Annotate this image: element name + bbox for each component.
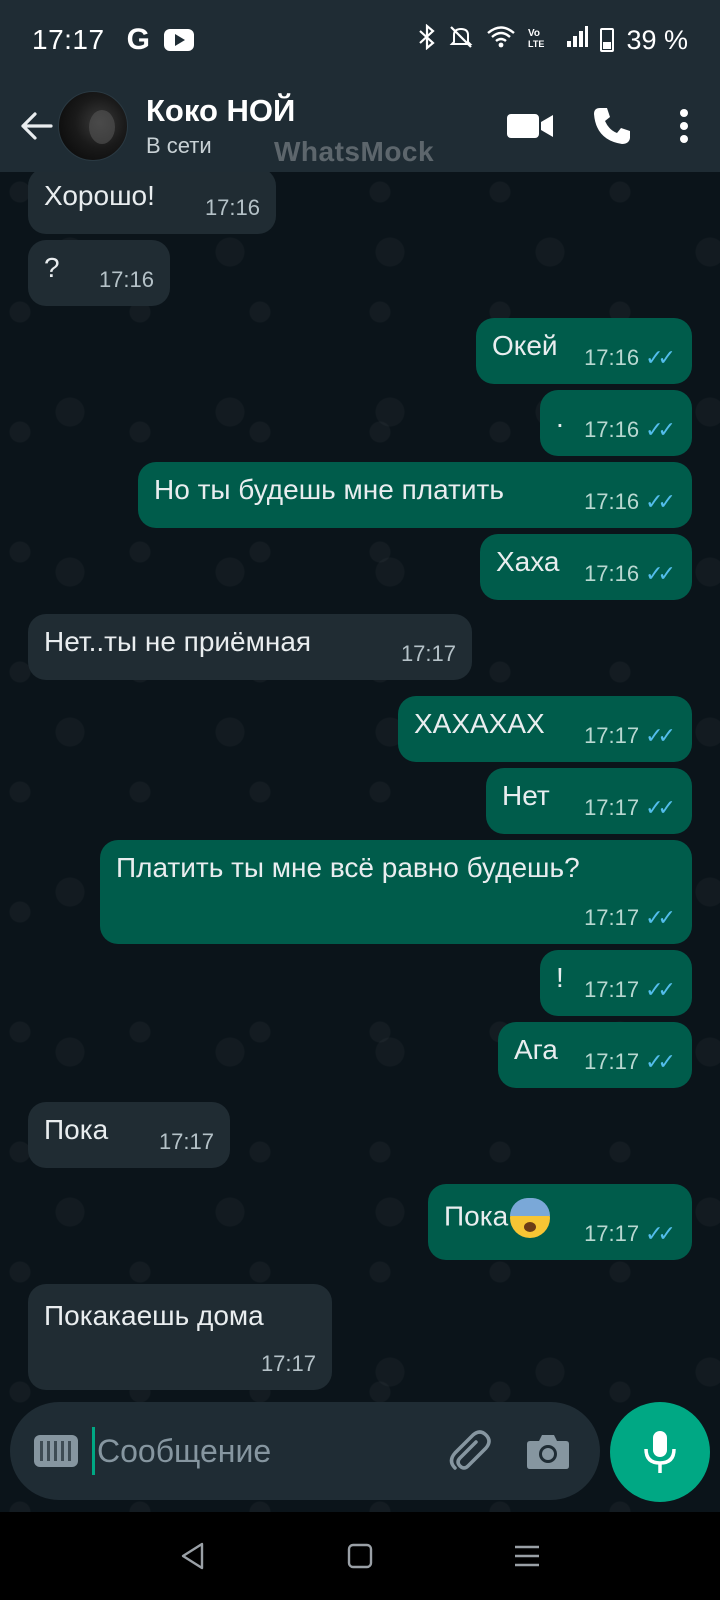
message-time: 17:17 xyxy=(584,1049,640,1074)
keyboard-icon[interactable] xyxy=(34,1435,78,1467)
message-outgoing[interactable]: Но ты будешь мне платить 17:16 ✓✓ xyxy=(138,462,692,528)
read-receipt-icon: ✓✓ xyxy=(645,723,676,748)
anxious-face-emoji-icon xyxy=(510,1198,551,1238)
microphone-icon xyxy=(644,1431,676,1473)
message-text: ! xyxy=(556,962,564,993)
read-receipt-icon: ✓✓ xyxy=(645,561,676,586)
message-incoming[interactable]: Пока 17:17 xyxy=(28,1102,230,1168)
avatar[interactable] xyxy=(58,91,128,161)
message-input[interactable]: Сообщение xyxy=(97,1433,271,1470)
bluetooth-icon xyxy=(418,23,436,57)
chat-area[interactable]: Хорошо! 17:16 ? 17:16 Окей 17:16 ✓✓ . 17:… xyxy=(0,172,720,1512)
message-text: Нет..ты не приёмная xyxy=(44,626,312,657)
message-time: 17:16 xyxy=(98,267,154,292)
back-arrow-icon[interactable] xyxy=(16,106,56,146)
contact-info[interactable]: Коко НОЙ В сети xyxy=(146,93,295,159)
video-call-icon[interactable] xyxy=(500,96,560,156)
message-text: . xyxy=(556,402,564,433)
status-time: 17:17 xyxy=(32,24,105,55)
message-input-bar: Сообщение xyxy=(10,1402,600,1500)
read-receipt-icon: ✓✓ xyxy=(645,905,676,930)
message-time: 17:17 xyxy=(584,795,640,820)
message-time: 17:17 xyxy=(260,1351,316,1376)
message-time: 17:16 xyxy=(204,195,260,220)
message-outgoing[interactable]: Ага 17:17 ✓✓ xyxy=(498,1022,692,1088)
message-text: Пока xyxy=(444,1200,509,1232)
message-outgoing[interactable]: ! 17:17 ✓✓ xyxy=(540,950,692,1016)
contact-name: Коко НОЙ xyxy=(146,93,296,128)
message-text: Хорошо! xyxy=(44,180,155,211)
read-receipt-icon: ✓✓ xyxy=(645,417,676,442)
read-receipt-icon: ✓✓ xyxy=(645,795,676,820)
message-time: 17:17 xyxy=(584,723,640,748)
watermark: WhatsMock xyxy=(274,136,435,167)
message-incoming[interactable]: Нет..ты не приёмная 17:17 xyxy=(28,614,472,680)
message-time: 17:16 xyxy=(584,345,640,370)
message-incoming[interactable]: Хорошо! 17:16 xyxy=(28,172,276,234)
attach-icon[interactable] xyxy=(444,1426,494,1476)
signal-icon xyxy=(566,25,589,55)
nav-back-icon[interactable] xyxy=(173,1536,213,1576)
read-receipt-icon: ✓✓ xyxy=(645,345,676,370)
message-text: Пока xyxy=(44,1114,109,1145)
voice-call-icon[interactable] xyxy=(582,96,642,156)
camera-icon[interactable] xyxy=(520,1426,576,1476)
system-nav-bar xyxy=(0,1512,720,1600)
message-text: Платить ты мне всё равно будешь? xyxy=(116,852,580,883)
message-outgoing[interactable]: Пока 17:17 ✓✓ xyxy=(428,1184,692,1260)
nav-recents-icon[interactable] xyxy=(507,1536,547,1576)
message-outgoing[interactable]: Платить ты мне всё равно будешь? 17:17 ✓✓ xyxy=(100,840,692,944)
message-text-row: Пока xyxy=(444,1198,551,1238)
message-time: 17:17 xyxy=(584,1221,640,1246)
youtube-icon xyxy=(163,29,194,51)
message-outgoing[interactable]: ХАХАХАХ 17:17 ✓✓ xyxy=(398,696,692,762)
message-outgoing[interactable]: . 17:16 ✓✓ xyxy=(540,390,692,456)
message-incoming[interactable]: ? 17:16 xyxy=(28,240,170,306)
message-text: Покакаешь дома xyxy=(44,1300,264,1331)
message-time: 17:16 xyxy=(584,489,640,514)
message-text: Хаха xyxy=(496,546,560,577)
read-receipt-icon: ✓✓ xyxy=(645,1221,676,1246)
nav-home-icon[interactable] xyxy=(340,1536,380,1576)
text-caret xyxy=(92,1427,95,1475)
svg-text:LTE: LTE xyxy=(528,39,544,49)
volte-icon: Vo LTE xyxy=(528,25,554,56)
message-text: ХАХАХАХ xyxy=(414,708,545,739)
microphone-button[interactable] xyxy=(610,1402,710,1502)
contact-status: В сети xyxy=(146,133,212,158)
more-options-icon[interactable] xyxy=(664,96,704,156)
message-time: 17:17 xyxy=(158,1129,214,1154)
message-time: 17:16 xyxy=(584,561,640,586)
google-icon: G xyxy=(126,23,150,56)
message-outgoing[interactable]: Окей 17:16 ✓✓ xyxy=(476,318,692,384)
wifi-icon xyxy=(486,25,516,56)
message-outgoing[interactable]: Нет 17:17 ✓✓ xyxy=(486,768,692,834)
message-text: Окей xyxy=(492,330,558,361)
message-text: Нет xyxy=(502,780,550,811)
message-time: 17:17 xyxy=(584,977,640,1002)
message-time: 17:17 xyxy=(584,905,640,930)
message-time: 17:16 xyxy=(584,417,640,442)
read-receipt-icon: ✓✓ xyxy=(645,1049,676,1074)
battery-percent: 39 % xyxy=(626,24,688,55)
message-text: Ага xyxy=(514,1034,558,1065)
mute-icon xyxy=(448,24,474,57)
svg-text:Vo: Vo xyxy=(528,28,540,39)
message-text: Но ты будешь мне платить xyxy=(154,474,504,505)
read-receipt-icon: ✓✓ xyxy=(645,489,676,514)
message-incoming[interactable]: Покакаешь дома 17:17 xyxy=(28,1284,332,1390)
message-outgoing[interactable]: Хаха 17:16 ✓✓ xyxy=(480,534,692,600)
message-text: ? xyxy=(44,252,60,283)
message-time: 17:17 xyxy=(400,641,456,666)
battery-icon xyxy=(600,28,615,52)
read-receipt-icon: ✓✓ xyxy=(645,977,676,1002)
status-bar: 17:17 G Vo LTE 39 % xyxy=(0,0,720,80)
